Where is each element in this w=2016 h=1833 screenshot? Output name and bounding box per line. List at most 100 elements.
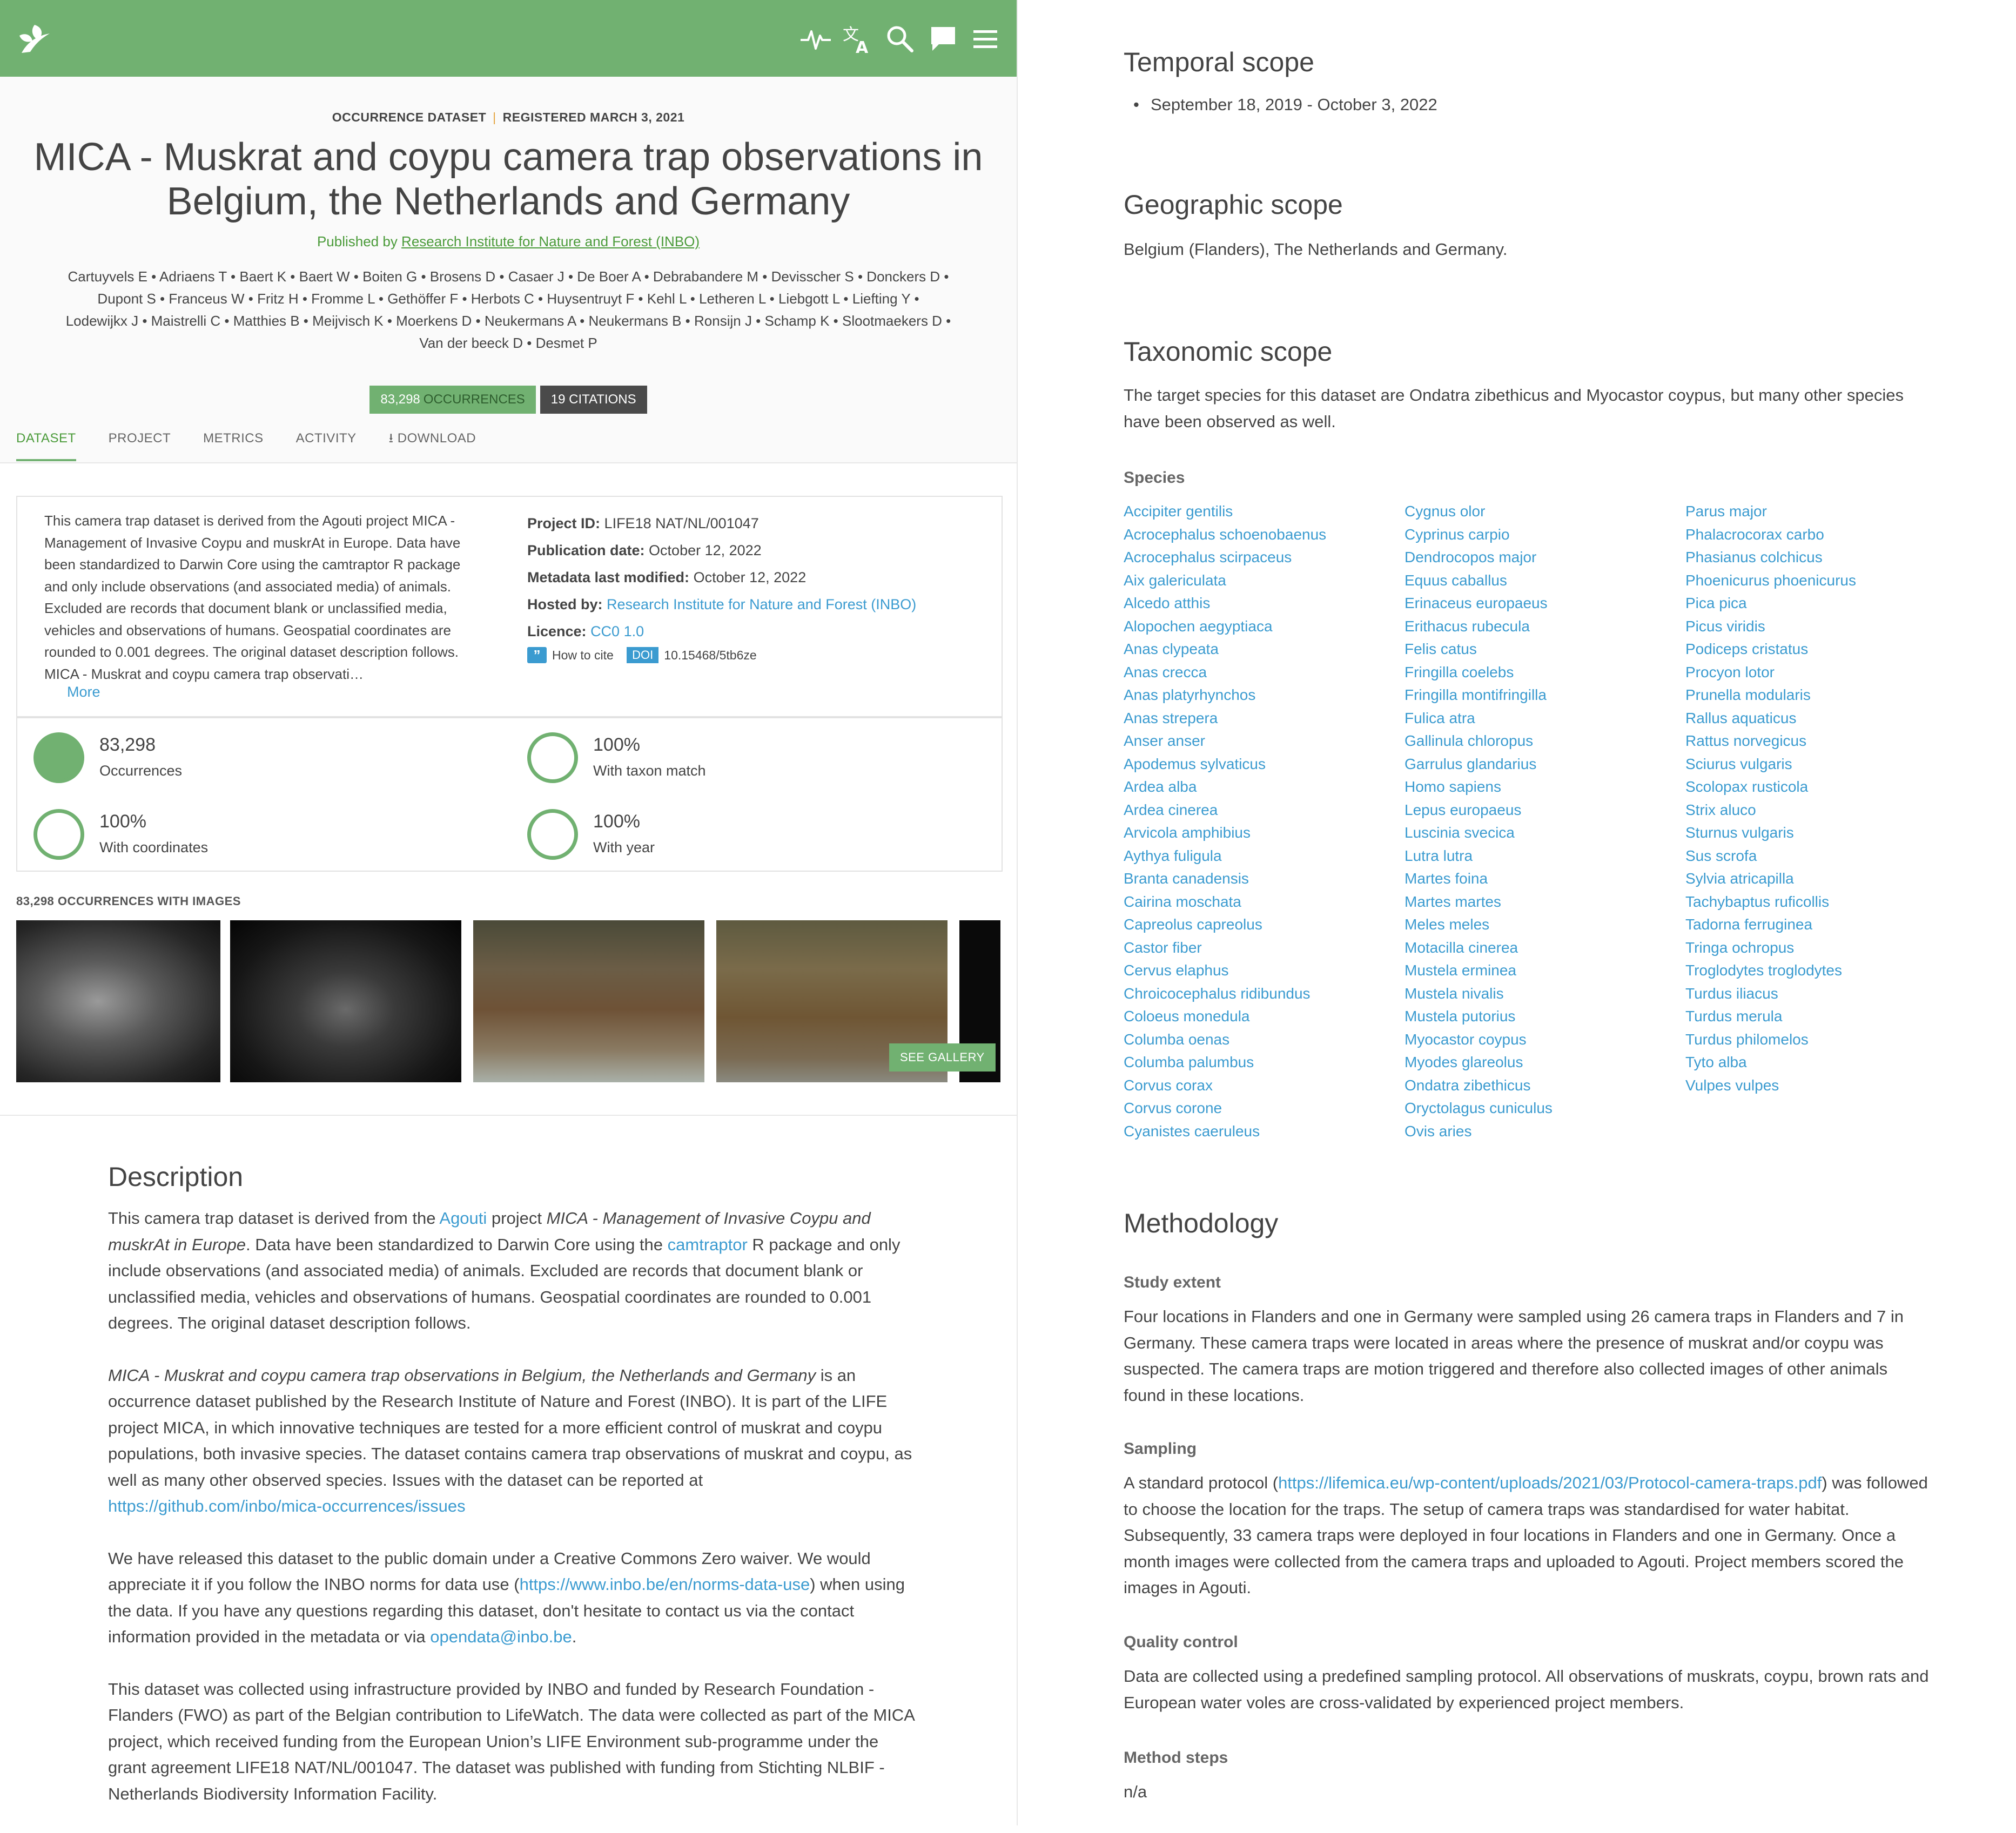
species-link[interactable]: Parus major: [1685, 500, 1966, 523]
see-gallery-button[interactable]: SEE GALLERY: [889, 1043, 996, 1072]
species-link[interactable]: Dendrocopos major: [1405, 546, 1685, 569]
species-link[interactable]: Martes foina: [1405, 867, 1685, 891]
species-link[interactable]: Picus viridis: [1685, 615, 1966, 638]
species-link[interactable]: Turdus iliacus: [1685, 982, 1966, 1006]
species-link[interactable]: Lutra lutra: [1405, 845, 1685, 868]
species-link[interactable]: Acrocephalus schoenobaenus: [1124, 523, 1405, 547]
species-link[interactable]: Anser anser: [1124, 730, 1405, 753]
species-link[interactable]: Phasianus colchicus: [1685, 546, 1966, 569]
search-icon[interactable]: [883, 22, 917, 56]
species-link[interactable]: Columba palumbus: [1124, 1051, 1405, 1074]
licence-link[interactable]: CC0 1.0: [590, 623, 644, 639]
agouti-link[interactable]: Agouti: [439, 1209, 487, 1228]
species-link[interactable]: Equus caballus: [1405, 569, 1685, 592]
how-to-cite-button[interactable]: ” How to cite: [527, 647, 614, 663]
species-link[interactable]: Phoenicurus phoenicurus: [1685, 569, 1966, 592]
camera-trap-image[interactable]: [473, 920, 704, 1082]
species-link[interactable]: Phalacrocorax carbo: [1685, 523, 1966, 547]
species-link[interactable]: Prunella modularis: [1685, 684, 1966, 707]
species-link[interactable]: Vulpes vulpes: [1685, 1074, 1966, 1097]
species-link[interactable]: Martes martes: [1405, 891, 1685, 914]
species-link[interactable]: Anas platyrhynchos: [1124, 684, 1405, 707]
species-link[interactable]: Homo sapiens: [1405, 776, 1685, 799]
species-link[interactable]: Erithacus rubecula: [1405, 615, 1685, 638]
tab-project[interactable]: PROJECT: [109, 424, 171, 459]
species-link[interactable]: Cyprinus carpio: [1405, 523, 1685, 547]
species-link[interactable]: Ardea cinerea: [1124, 799, 1405, 822]
species-link[interactable]: Garrulus glandarius: [1405, 753, 1685, 776]
camera-trap-image[interactable]: [230, 920, 461, 1082]
species-link[interactable]: Branta canadensis: [1124, 867, 1405, 891]
species-link[interactable]: Columba oenas: [1124, 1028, 1405, 1052]
species-link[interactable]: Turdus merula: [1685, 1005, 1966, 1028]
species-link[interactable]: Ardea alba: [1124, 776, 1405, 799]
species-link[interactable]: Erinaceus europaeus: [1405, 592, 1685, 615]
species-link[interactable]: Ondatra zibethicus: [1405, 1074, 1685, 1097]
species-link[interactable]: Sturnus vulgaris: [1685, 821, 1966, 845]
species-link[interactable]: Turdus philomelos: [1685, 1028, 1966, 1052]
species-link[interactable]: Troglodytes troglodytes: [1685, 959, 1966, 982]
metric-occurrences[interactable]: 83,298 Occurrences: [33, 732, 358, 792]
species-link[interactable]: Alopochen aegyptiaca: [1124, 615, 1405, 638]
species-link[interactable]: Scolopax rusticola: [1685, 776, 1966, 799]
species-link[interactable]: Tachybaptus ruficollis: [1685, 891, 1966, 914]
norms-link[interactable]: https://www.inbo.be/en/norms-data-use: [520, 1575, 810, 1594]
species-link[interactable]: Rattus norvegicus: [1685, 730, 1966, 753]
citations-button[interactable]: 19 CITATIONS: [540, 386, 647, 414]
protocol-link[interactable]: https://lifemica.eu/wp-content/uploads/2…: [1278, 1473, 1822, 1492]
hosted-by-link[interactable]: Research Institute for Nature and Forest…: [607, 596, 916, 612]
species-link[interactable]: Cygnus olor: [1405, 500, 1685, 523]
camtraptor-link[interactable]: camtraptor: [668, 1235, 748, 1254]
species-link[interactable]: Tringa ochropus: [1685, 936, 1966, 960]
doi-button[interactable]: DOI 10.15468/5tb6ze: [617, 647, 757, 663]
species-link[interactable]: Tadorna ferruginea: [1685, 913, 1966, 936]
species-link[interactable]: Podiceps cristatus: [1685, 638, 1966, 661]
species-link[interactable]: Felis catus: [1405, 638, 1685, 661]
species-link[interactable]: Fulica atra: [1405, 707, 1685, 730]
species-link[interactable]: Arvicola amphibius: [1124, 821, 1405, 845]
species-link[interactable]: Alcedo atthis: [1124, 592, 1405, 615]
species-link[interactable]: Anas strepera: [1124, 707, 1405, 730]
species-link[interactable]: Sus scrofa: [1685, 845, 1966, 868]
species-link[interactable]: Sciurus vulgaris: [1685, 753, 1966, 776]
tab-download[interactable]: ⭳ DOWNLOAD: [389, 422, 476, 464]
species-link[interactable]: Aythya fuligula: [1124, 845, 1405, 868]
species-link[interactable]: Tyto alba: [1685, 1051, 1966, 1074]
species-link[interactable]: Cervus elaphus: [1124, 959, 1405, 982]
occurrences-button[interactable]: 83,298 OCCURRENCES: [369, 386, 536, 414]
species-link[interactable]: Fringilla montifringilla: [1405, 684, 1685, 707]
species-link[interactable]: Aix galericulata: [1124, 569, 1405, 592]
species-link[interactable]: Procyon lotor: [1685, 661, 1966, 684]
species-link[interactable]: Cairina moschata: [1124, 891, 1405, 914]
species-link[interactable]: Apodemus sylvaticus: [1124, 753, 1405, 776]
species-link[interactable]: Coloeus monedula: [1124, 1005, 1405, 1028]
species-link[interactable]: Accipiter gentilis: [1124, 500, 1405, 523]
species-link[interactable]: Castor fiber: [1124, 936, 1405, 960]
species-link[interactable]: Myocastor coypus: [1405, 1028, 1685, 1052]
species-link[interactable]: Corvus corone: [1124, 1097, 1405, 1120]
leaf-logo-icon[interactable]: [16, 19, 54, 57]
species-link[interactable]: Luscinia svecica: [1405, 821, 1685, 845]
species-link[interactable]: Corvus corax: [1124, 1074, 1405, 1097]
species-link[interactable]: Cyanistes caeruleus: [1124, 1120, 1405, 1143]
publisher-link[interactable]: Research Institute for Nature and Forest…: [401, 233, 700, 250]
species-link[interactable]: Chroicocephalus ridibundus: [1124, 982, 1405, 1006]
tab-metrics[interactable]: METRICS: [203, 424, 264, 459]
species-link[interactable]: Motacilla cinerea: [1405, 936, 1685, 960]
species-link[interactable]: Gallinula chloropus: [1405, 730, 1685, 753]
feedback-icon[interactable]: [926, 22, 960, 56]
species-link[interactable]: Myodes glareolus: [1405, 1051, 1685, 1074]
species-link[interactable]: Strix aluco: [1685, 799, 1966, 822]
species-link[interactable]: Mustela erminea: [1405, 959, 1685, 982]
species-link[interactable]: Anas clypeata: [1124, 638, 1405, 661]
species-link[interactable]: Meles meles: [1405, 913, 1685, 936]
translate-icon[interactable]: 文 A: [841, 22, 875, 57]
tab-dataset[interactable]: DATASET: [16, 424, 76, 461]
tab-activity[interactable]: ACTIVITY: [296, 424, 357, 459]
email-link[interactable]: opendata@inbo.be: [430, 1627, 572, 1646]
species-link[interactable]: Fringilla coelebs: [1405, 661, 1685, 684]
species-link[interactable]: Mustela nivalis: [1405, 982, 1685, 1006]
issues-link[interactable]: https://github.com/inbo/mica-occurrences…: [108, 1497, 466, 1515]
species-link[interactable]: Oryctolagus cuniculus: [1405, 1097, 1685, 1120]
species-link[interactable]: Sylvia atricapilla: [1685, 867, 1966, 891]
